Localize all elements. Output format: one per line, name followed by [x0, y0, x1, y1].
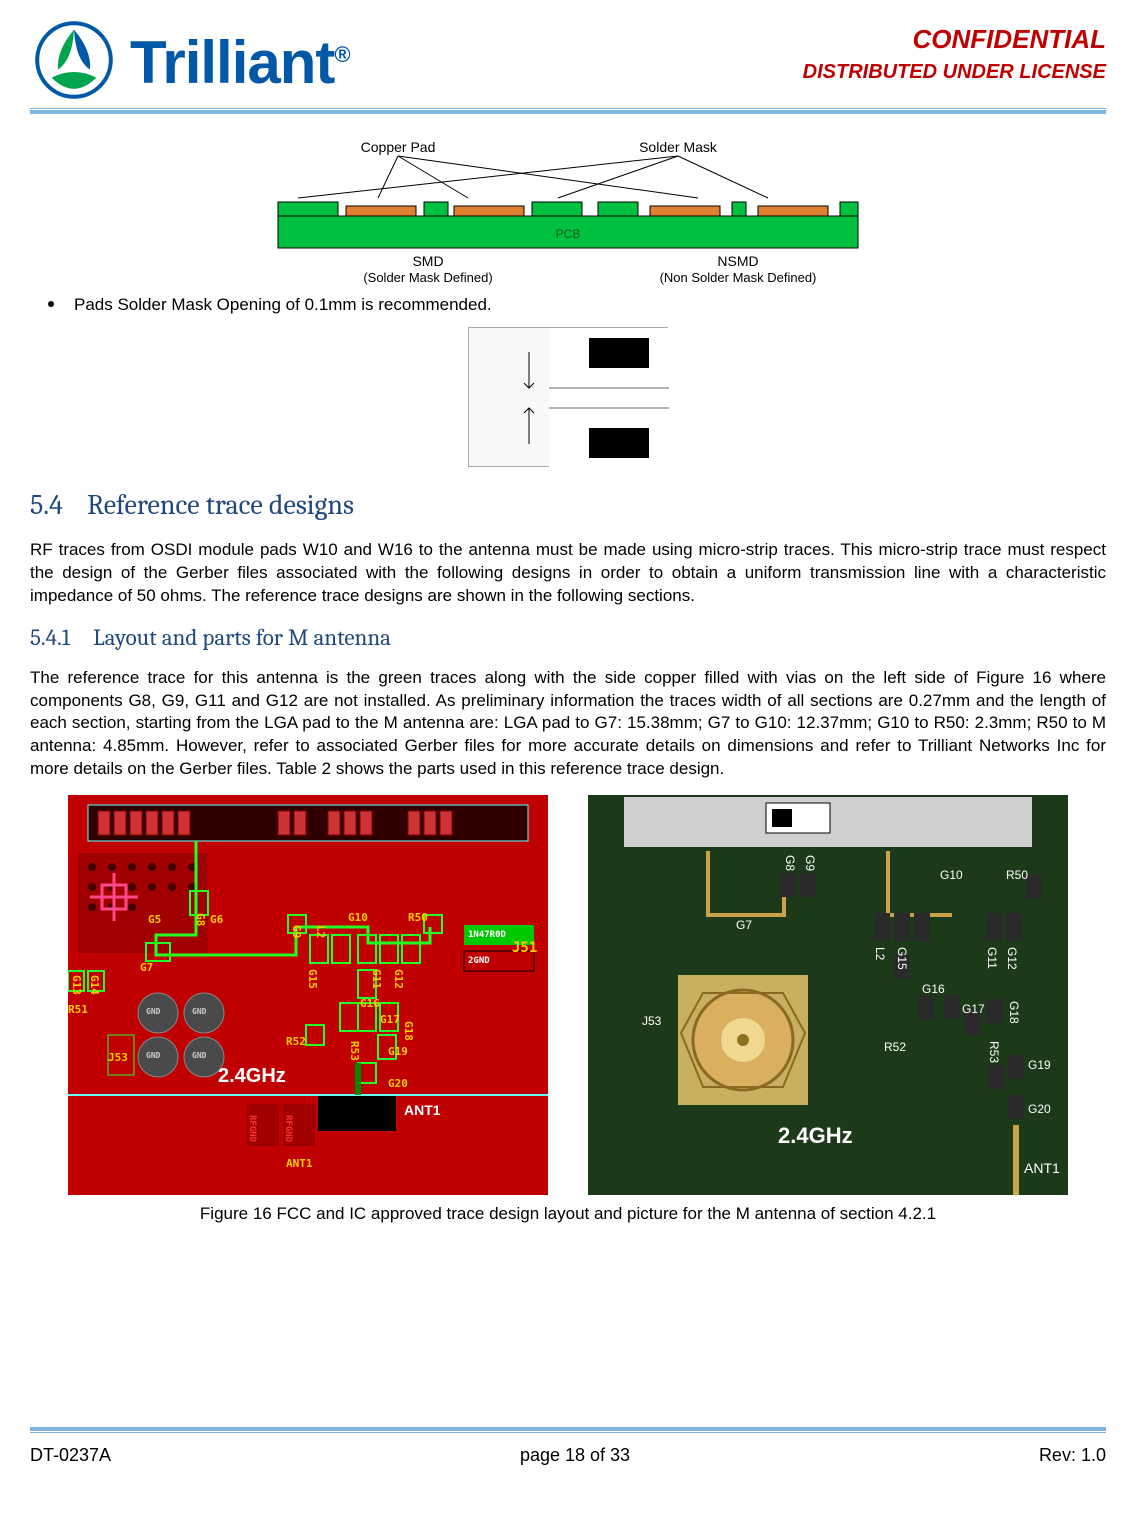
photo-label-r52: R52 — [884, 1039, 906, 1055]
label-2gnd: 2GND — [468, 955, 490, 967]
label-g20: G20 — [388, 1077, 408, 1092]
label-g7: G7 — [140, 961, 153, 976]
label-gnd4: GND — [192, 1051, 206, 1062]
label-g11: G11 — [368, 969, 383, 989]
photo-label-g16: G16 — [922, 981, 945, 997]
logo-wordmark: Trilliant® — [130, 28, 350, 97]
label-g17: G17 — [380, 1013, 400, 1028]
label-2-4ghz-layout: 2.4GHz — [218, 1063, 286, 1090]
photo-label-g15: G15 — [894, 947, 910, 970]
label-j53: J53 — [108, 1051, 128, 1066]
bullet-solder-mask-opening: Pads Solder Mask Opening of 0.1mm is rec… — [48, 294, 1106, 317]
label-smd: SMD — [412, 253, 443, 269]
confidential-line-1: CONFIDENTIAL — [803, 24, 1106, 55]
footer: DT-0237A page 18 of 33 Rev: 1.0 — [30, 1433, 1106, 1466]
bullet-dot-icon — [48, 301, 54, 307]
photo-label-g7: G7 — [736, 917, 752, 933]
label-rfgnd1: RFGND — [246, 1115, 258, 1142]
figure-16-layout: G5 G6 G8 G7 G9 L2 G15 G10 G11 G12 R50 G1… — [68, 795, 548, 1195]
photo-label-g11: G11 — [984, 947, 1000, 969]
heading-5-4-1: 5.4.1 Layout and parts for M antenna — [30, 622, 1106, 653]
figure-16-photo: G7 G8 G9 G10 R50 L2 G15 G11 G12 G16 G17 … — [588, 795, 1068, 1195]
label-g6: G6 — [210, 913, 223, 928]
label-g13: G13 — [68, 975, 83, 995]
label-ant1-bottom: ANT1 — [286, 1157, 313, 1172]
label-copper-pad: Copper Pad — [361, 139, 436, 155]
label-rfgnd2: RFGND — [282, 1115, 294, 1142]
label-g14: G14 — [86, 975, 101, 995]
label-g15: G15 — [304, 969, 319, 989]
logo-mark-icon — [30, 20, 118, 100]
label-smd-sub: (Solder Mask Defined) — [363, 270, 492, 285]
photo-label-g8: G8 — [782, 855, 798, 871]
label-g8: G8 — [192, 913, 207, 926]
photo-label-r53: R53 — [986, 1041, 1002, 1063]
label-g19: G19 — [388, 1045, 408, 1060]
footer-page: page 18 of 33 — [520, 1445, 630, 1466]
label-ant1-top: ANT1 — [404, 1101, 441, 1120]
label-r51: R51 — [68, 1003, 88, 1018]
label-g5: G5 — [148, 913, 161, 928]
photo-label-ant1: ANT1 — [1024, 1159, 1060, 1178]
label-solder-mask: Solder Mask — [639, 139, 718, 155]
smd-nsmd-diagram: Copper Pad Solder Mask PCB — [258, 136, 878, 286]
photo-label-r50: R50 — [1006, 867, 1028, 883]
label-gnd3: GND — [146, 1051, 160, 1062]
photo-label-l2: L2 — [872, 947, 888, 960]
paragraph-5-4-1: The reference trace for this antenna is … — [30, 667, 1106, 782]
label-g9: G9 — [288, 925, 303, 938]
bullet-text: Pads Solder Mask Opening of 0.1mm is rec… — [74, 294, 492, 317]
label-r53: R53 — [346, 1041, 361, 1061]
footer-doc-id: DT-0237A — [30, 1445, 111, 1466]
photo-label-g10: G10 — [940, 867, 963, 883]
photo-label-2-4ghz: 2.4GHz — [778, 1121, 853, 1151]
photo-label-g20: G20 — [1028, 1101, 1051, 1117]
figure-16: G5 G6 G8 G7 G9 L2 G15 G10 G11 G12 R50 G1… — [30, 795, 1106, 1195]
logo: Trilliant® — [30, 20, 470, 100]
paragraph-5-4: RF traces from OSDI module pads W10 and … — [30, 539, 1106, 608]
photo-label-j53: J53 — [642, 1013, 661, 1029]
label-gnd1: GND — [146, 1007, 160, 1018]
confidential-line-2: DISTRIBUTED UNDER LICENSE — [803, 61, 1106, 84]
label-r52: R52 — [286, 1035, 306, 1050]
label-g10: G10 — [348, 911, 368, 926]
label-g18: G18 — [400, 1021, 415, 1041]
label-r50: R50 — [408, 911, 428, 926]
photo-label-g18: G18 — [1006, 1001, 1022, 1024]
photo-label-g17: G17 — [962, 1001, 985, 1017]
label-pcb: PCB — [556, 227, 581, 241]
label-gnd2: GND — [192, 1007, 206, 1018]
solder-mask-opening-diagram — [468, 327, 668, 467]
label-g12: G12 — [390, 969, 405, 989]
photo-label-g12: G12 — [1004, 947, 1020, 970]
photo-label-g19: G19 — [1028, 1057, 1051, 1073]
footer-rev: Rev: 1.0 — [1039, 1445, 1106, 1466]
label-l2: L2 — [312, 925, 327, 938]
header-rule — [30, 108, 1106, 114]
label-g16: G16 — [360, 997, 380, 1012]
heading-5-4: 5.4 Reference trace designs — [30, 487, 1106, 525]
confidential-block: CONFIDENTIAL DISTRIBUTED UNDER LICENSE — [803, 20, 1106, 84]
label-nsmd: NSMD — [717, 253, 758, 269]
label-nsmd-sub: (Non Solder Mask Defined) — [660, 270, 817, 285]
photo-label-g9: G9 — [802, 855, 818, 871]
label-1n47r0d: 1N47R0D — [468, 929, 506, 941]
label-j51: J51 — [512, 939, 537, 958]
figure-16-caption: Figure 16 FCC and IC approved trace desi… — [30, 1203, 1106, 1226]
